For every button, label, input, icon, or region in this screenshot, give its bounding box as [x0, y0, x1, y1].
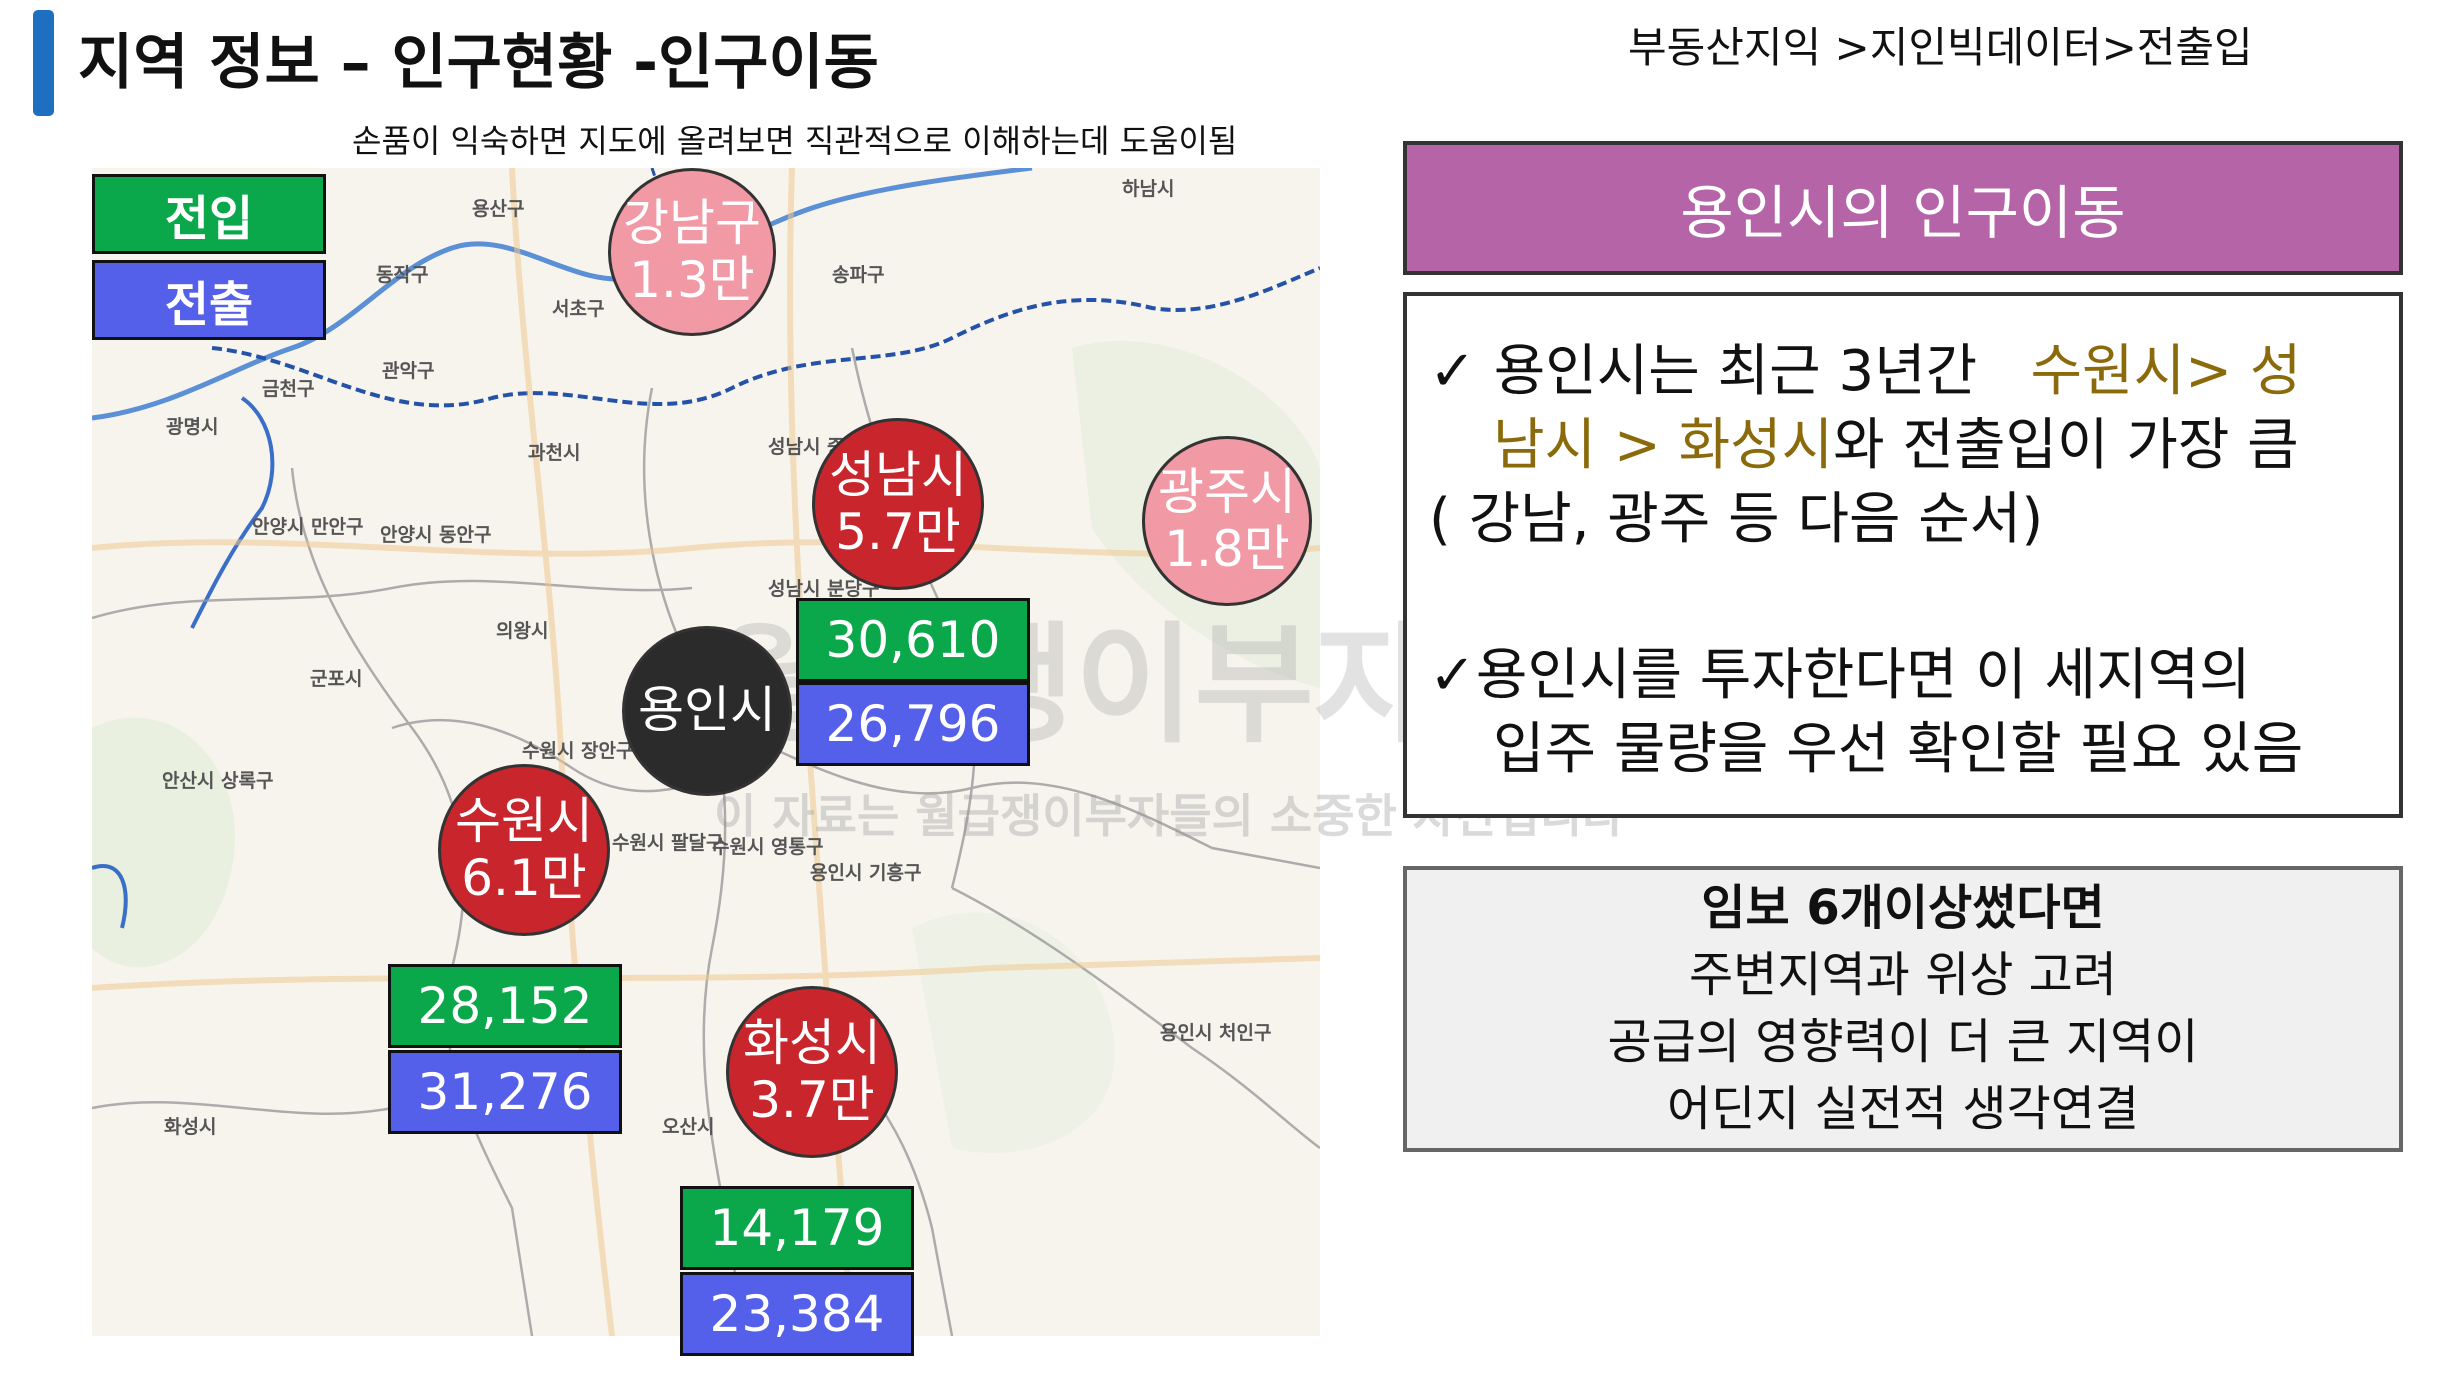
gwangju-circle: 광주시 1.8만 — [1142, 436, 1312, 606]
yongin-circle: 용인시 — [622, 626, 792, 796]
circle-name: 광주시 — [1158, 462, 1296, 521]
map-label: 광명시 — [166, 416, 219, 438]
map-label: 군포시 — [310, 668, 363, 690]
analysis-panel: ✓ 용인시는 최근 3년간 수원시> 성 남시 > 화성시와 전출입이 가장 큼… — [1403, 292, 2403, 818]
circle-name: 화성시 — [743, 1013, 881, 1072]
bullet-1-tail: 와 전출입이 가장 큼 — [1833, 413, 2299, 478]
circle-value: 1.8만 — [1164, 520, 1290, 578]
bullet-1-intro: ✓ 용인시는 최근 3년간 — [1429, 339, 1978, 404]
page-subtitle: 손품이 익숙하면 지도에 올려보면 직관적으로 이해하는데 도움이됨 — [352, 122, 1238, 160]
map-label: 서초구 — [552, 298, 605, 320]
map-label: 안양시 만안구 — [252, 516, 364, 538]
note-line: 어딘지 실전적 생각연결 — [1666, 1081, 2140, 1138]
hwaseong-outflow-box: 23,384 — [680, 1272, 914, 1356]
legend-inflow: 전입 — [92, 174, 326, 254]
bullet-2-line-2: 입주 물량을 우선 확인할 필요 있음 — [1493, 717, 2304, 782]
panel-title: 용인시의 인구이동 — [1403, 141, 2403, 275]
seongnam-outflow-box: 26,796 — [796, 682, 1030, 766]
map-label: 하남시 — [1122, 178, 1175, 200]
map-label: 수원시 장안구 — [522, 740, 634, 762]
legend-outflow: 전출 — [92, 260, 326, 340]
map-label: 금천구 — [262, 378, 315, 400]
seongnam-inflow-box: 30,610 — [796, 598, 1030, 682]
hwaseong-inflow-box: 14,179 — [680, 1186, 914, 1270]
suwon-outflow-box: 31,276 — [388, 1050, 622, 1134]
map-label: 화성시 — [164, 1116, 217, 1138]
suwon-inflow-box: 28,152 — [388, 964, 622, 1048]
map-label: 용산구 — [472, 198, 525, 220]
note-line: 주변지역과 위상 고려 — [1689, 946, 2117, 1003]
map-label: 관악구 — [382, 360, 435, 382]
title-accent-bar — [33, 10, 54, 116]
map-label: 용인시 처인구 — [1160, 1022, 1272, 1044]
bullet-2-line-1: ✓용인시를 투자한다면 이 세지역의 — [1429, 643, 2251, 708]
suwon-circle: 수원시 6.1만 — [438, 764, 610, 936]
gangnam-circle: 강남구 1.3만 — [608, 168, 776, 336]
hwaseong-circle: 화성시 3.7만 — [726, 986, 898, 1158]
map-label: 동작구 — [376, 264, 429, 286]
circle-name: 강남구 — [623, 193, 761, 252]
bullet-1-line-2: 남시 > 화성시와 전출입이 가장 큼 — [1493, 400, 2299, 481]
bullet-1-line-3: ( 강남, 광주 등 다음 순서) — [1429, 487, 2044, 552]
circle-value: 5.7만 — [835, 503, 961, 561]
bullet-1-highlight: 수원시> 성 — [2030, 339, 2302, 404]
circle-value: 6.1만 — [461, 849, 587, 907]
note-line: 임보 6개이상썼다면 — [1701, 879, 2105, 936]
bullet-1-highlight-2: 남시 > 화성시 — [1493, 413, 1834, 478]
map-label: 안산시 상록구 — [162, 770, 274, 792]
breadcrumb: 부동산지익 >지인빅데이터>전출입 — [1628, 23, 2253, 72]
map-label: 수원시 팔달구 — [612, 832, 724, 854]
circle-name: 용인시 — [638, 681, 776, 740]
circle-value: 3.7만 — [749, 1071, 875, 1129]
map-label: 용인시 기흥구 — [810, 862, 922, 884]
map-label: 오산시 — [662, 1116, 715, 1138]
map-label: 안양시 동안구 — [380, 524, 492, 546]
circle-name: 수원시 — [455, 791, 593, 850]
map-label: 과천시 — [528, 442, 581, 464]
seongnam-circle: 성남시 5.7만 — [812, 418, 984, 590]
map-label: 송파구 — [832, 264, 885, 286]
map-label: 의왕시 — [496, 620, 549, 642]
note-box: 임보 6개이상썼다면 주변지역과 위상 고려 공급의 영향력이 더 큰 지역이 … — [1403, 866, 2403, 1152]
circle-value: 1.3만 — [629, 251, 755, 309]
circle-name: 성남시 — [829, 445, 967, 504]
bullet-1-line-1: ✓ 용인시는 최근 3년간 수원시> 성 — [1429, 326, 2301, 407]
page-title: 지역 정보 – 인구현황 -인구이동 — [78, 28, 879, 98]
note-line: 공급의 영향력이 더 큰 지역이 — [1607, 1014, 2199, 1070]
